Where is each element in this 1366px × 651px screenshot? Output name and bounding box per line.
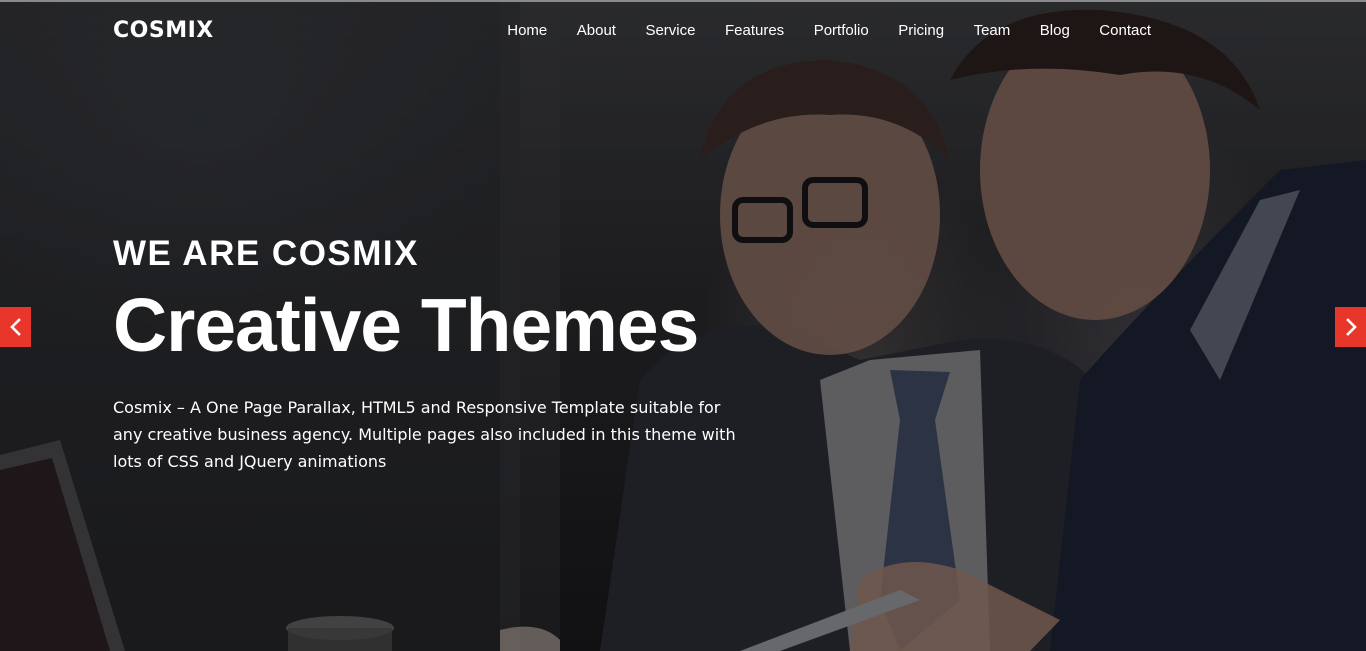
nav-link-service[interactable]: Service (645, 22, 695, 39)
nav-item-contact: Contact (1099, 22, 1151, 40)
nav-link-features[interactable]: Features (725, 22, 784, 39)
nav-item-service: Service (645, 22, 695, 40)
nav-item-about: About (577, 22, 616, 40)
hero-description: Cosmix – A One Page Parallax, HTML5 and … (113, 398, 736, 471)
hero-section: COSMIX Home About Service Features Portf… (0, 0, 1366, 651)
hero-headline: Creative Themes (113, 283, 699, 367)
hero-content: WE ARE COSMIX Creative Themes Cosmix – A… (113, 232, 773, 475)
nav-link-blog[interactable]: Blog (1040, 22, 1070, 39)
nav-item-portfolio: Portfolio (814, 22, 869, 40)
navbar: COSMIX Home About Service Features Portf… (0, 0, 1366, 64)
chevron-right-icon (1345, 318, 1357, 336)
nav-item-home: Home (507, 22, 547, 40)
nav-link-about[interactable]: About (577, 22, 616, 39)
nav-link-contact[interactable]: Contact (1099, 22, 1151, 39)
nav-link-pricing[interactable]: Pricing (898, 22, 944, 39)
nav-item-blog: Blog (1040, 22, 1070, 40)
slider-prev-button[interactable] (0, 307, 31, 347)
nav-item-features: Features (725, 22, 784, 40)
nav-link-home[interactable]: Home (507, 22, 547, 39)
nav-link-portfolio[interactable]: Portfolio (814, 22, 869, 39)
chevron-left-icon (9, 318, 21, 336)
nav-item-team: Team (974, 22, 1011, 40)
hero-eyebrow: WE ARE COSMIX (113, 234, 419, 273)
nav-item-pricing: Pricing (898, 22, 944, 40)
main-nav: Home About Service Features Portfolio Pr… (507, 22, 1151, 40)
nav-link-team[interactable]: Team (974, 22, 1011, 39)
site-logo[interactable]: COSMIX (113, 18, 214, 43)
slider-next-button[interactable] (1335, 307, 1366, 347)
